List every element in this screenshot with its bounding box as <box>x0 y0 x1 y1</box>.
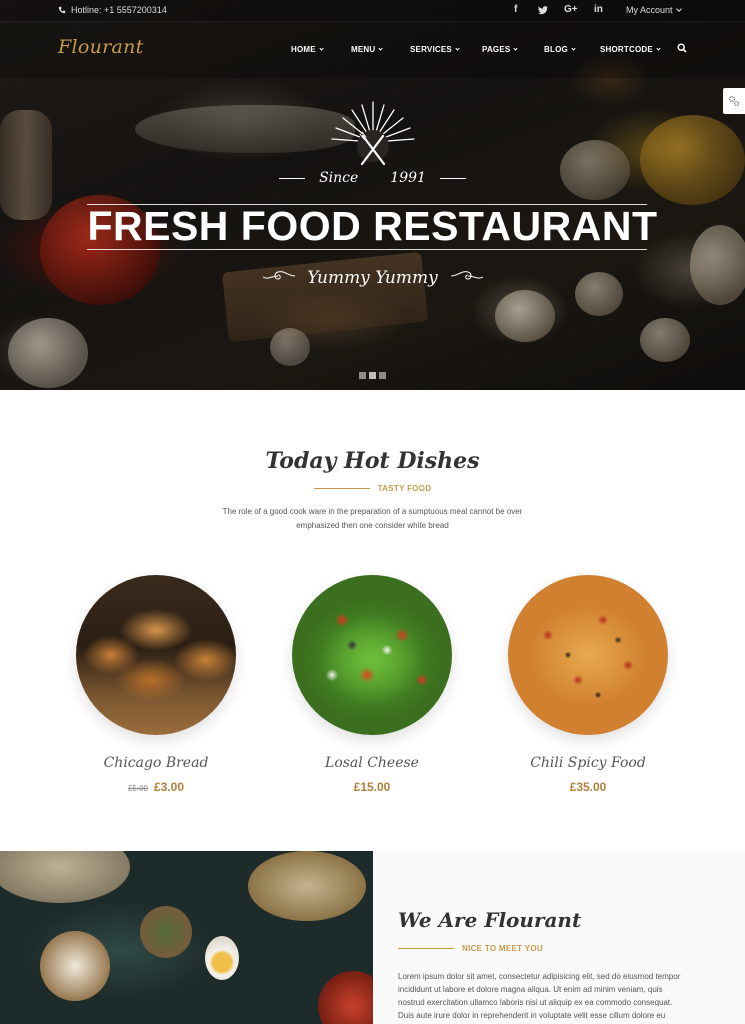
hero-mushroom-decor <box>640 318 690 362</box>
about-image <box>0 851 373 1024</box>
dish-price-row: £15.00 <box>272 780 472 794</box>
dish-price: £35.00 <box>569 780 607 794</box>
logo[interactable]: Flourant <box>58 36 144 58</box>
slider-dot[interactable] <box>379 372 386 379</box>
flourish-right-icon <box>450 271 484 280</box>
about-subtitle: NICE TO MEET YOU <box>398 944 543 953</box>
chevron-down-icon <box>656 45 661 51</box>
my-account-label: My Account <box>626 5 673 15</box>
hotline[interactable]: Hotline: +1 5557200314 <box>58 5 167 15</box>
slider-pagination <box>359 372 386 379</box>
dish-price: £15.00 <box>353 780 391 794</box>
hero-garlic-decor <box>270 328 310 366</box>
slider-dot-active[interactable] <box>369 372 376 379</box>
nav-item-label: HOME <box>291 45 316 54</box>
food-plate-decor <box>0 851 130 903</box>
main-navbar: Flourant HOME MENU SERVICES PAGES BLOG S… <box>0 22 745 78</box>
google-plus-icon[interactable]: G+ <box>564 4 578 16</box>
section-title-about: We Are Flourant <box>398 908 582 932</box>
settings-panel-toggle[interactable] <box>723 88 745 114</box>
sauce-bowl-decor <box>318 971 373 1024</box>
gear-icon <box>728 95 740 107</box>
nav-item-home[interactable]: HOME <box>291 45 324 54</box>
my-account-dropdown[interactable]: My Account <box>626 5 682 15</box>
nav-item-label: SHORTCODE <box>600 45 653 54</box>
dish-card[interactable]: Chili Spicy Food £35.00 <box>508 575 668 815</box>
divider <box>313 488 370 489</box>
since-line: Since 1991 <box>0 170 745 186</box>
chevron-down-icon <box>513 45 519 51</box>
hero-garlic-decor <box>8 318 88 388</box>
nav-item-label: MENU <box>351 45 376 54</box>
nav-item-pages[interactable]: PAGES <box>482 45 519 54</box>
dish-old-price: £5.00 <box>127 784 148 793</box>
chevron-down-icon <box>378 45 383 51</box>
since-year: 1991 <box>390 170 426 186</box>
dish-photo-bread[interactable] <box>76 575 236 735</box>
chevron-down-icon <box>675 5 682 12</box>
divider <box>279 177 306 179</box>
since-label: Since <box>319 170 359 186</box>
dish-price: £3.00 <box>154 780 185 794</box>
herb-bowl-decor <box>140 906 192 958</box>
hero-tagline: Yummy Yummy <box>307 268 438 288</box>
section-subtitle: TASTY FOOD <box>0 484 745 493</box>
dish-card[interactable]: Losal Cheese £15.00 <box>292 575 452 815</box>
section-subtitle-text: TASTY FOOD <box>377 484 432 493</box>
chevron-down-icon <box>319 45 324 51</box>
chevron-down-icon <box>455 45 460 51</box>
nav-item-shortcode[interactable]: SHORTCODE <box>600 45 661 54</box>
dish-name[interactable]: Chili Spicy Food <box>488 755 688 771</box>
nav-item-label: PAGES <box>482 45 511 54</box>
slider-dot[interactable] <box>359 372 366 379</box>
dish-price-row: £35.00 <box>488 780 688 794</box>
section-intro: The role of a good cook ware in the prep… <box>222 507 523 530</box>
top-bar: Hotline: +1 5557200314 f G+ in My Accoun… <box>0 0 745 22</box>
divider <box>439 177 466 179</box>
dish-photo-pizza[interactable] <box>508 575 668 735</box>
dish-name[interactable]: Losal Cheese <box>272 755 472 771</box>
nav-item-label: BLOG <box>544 45 568 54</box>
bamboo-tray-decor <box>248 851 366 921</box>
hotline-text: Hotline: +1 5557200314 <box>71 5 167 15</box>
dish-name[interactable]: Chicago Bread <box>56 755 256 771</box>
nav-item-menu[interactable]: MENU <box>351 45 383 54</box>
dish-card[interactable]: Chicago Bread £5.00 £3.00 <box>76 575 236 815</box>
about-text: Lorem ipsum dolor sit amet, consectetur … <box>398 972 681 1020</box>
hero-pepper-decor <box>640 115 745 205</box>
twitter-icon[interactable] <box>538 6 548 15</box>
hero-title: FRESH FOOD RESTAURANT <box>87 203 658 249</box>
section-title-hot-dishes: Today Hot Dishes <box>265 448 480 474</box>
about-subtitle-text: NICE TO MEET YOU <box>462 944 543 953</box>
noodle-bowl-decor <box>40 931 110 1001</box>
nav-item-label: SERVICES <box>410 45 452 54</box>
hero-mushroom-decor <box>495 290 555 342</box>
phone-icon <box>58 6 66 14</box>
dish-price-row: £5.00 £3.00 <box>56 780 256 794</box>
facebook-icon[interactable]: f <box>514 4 517 16</box>
hero-board-decor <box>221 251 429 343</box>
egg-decor <box>205 936 239 980</box>
hero-title-rule-bottom <box>87 249 647 250</box>
divider <box>398 948 454 949</box>
dish-photo-salad[interactable] <box>292 575 452 735</box>
search-icon[interactable] <box>677 43 687 53</box>
linkedin-icon[interactable]: in <box>594 4 603 16</box>
nav-item-services[interactable]: SERVICES <box>410 45 460 54</box>
nav-item-blog[interactable]: BLOG <box>544 45 576 54</box>
chevron-down-icon <box>571 45 576 51</box>
